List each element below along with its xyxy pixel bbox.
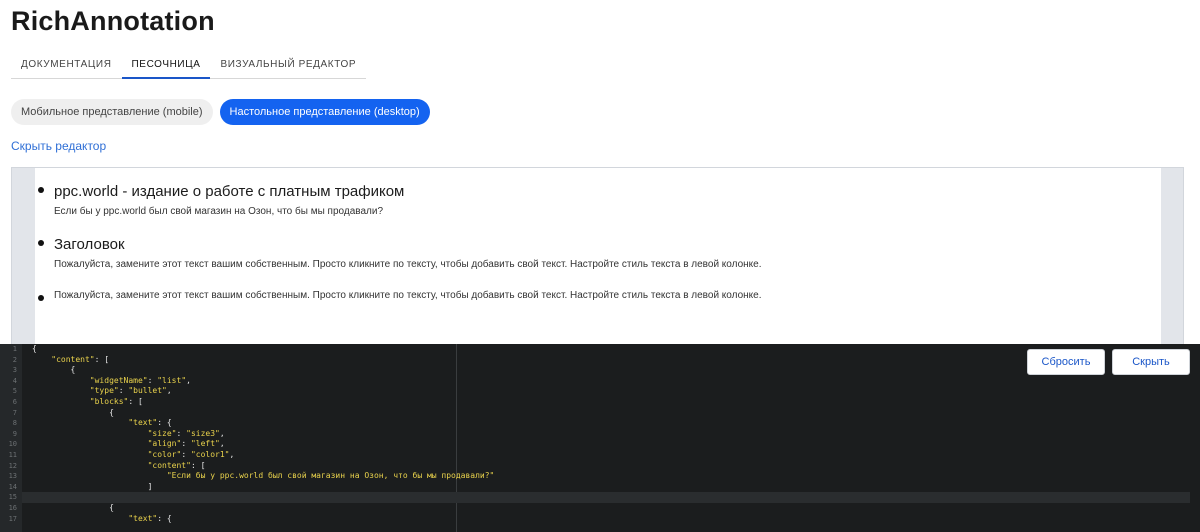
code-line <box>22 492 1190 503</box>
line-number-gutter: 1 2 3 4 5 6 7 8 9 10 11 12 13 14 15 16 17 <box>0 344 22 532</box>
tab-documentation[interactable]: ДОКУМЕНТАЦИЯ <box>11 52 122 79</box>
code-line: "text": { <box>128 418 172 428</box>
line-number: 14 <box>8 482 17 491</box>
reset-button[interactable]: Сбросить <box>1027 349 1105 375</box>
code-line: "Если бы у ppc.world был свой магазин на… <box>166 471 495 481</box>
line-number: 2 <box>12 355 17 364</box>
code-line: { <box>32 365 76 375</box>
line-number: 11 <box>8 450 17 459</box>
line-number: 13 <box>8 472 17 481</box>
bullet-list: ppc.world - издание о работе с платным т… <box>35 168 1161 304</box>
view-toggle: Мобильное представление (mobile) Настоль… <box>11 99 430 125</box>
bullet-icon <box>38 240 44 246</box>
list-item[interactable]: Пожалуйста, замените этот текст вашим со… <box>38 288 1161 304</box>
code-line: "content": [ <box>51 354 110 364</box>
code-line: "text": { <box>128 513 172 523</box>
line-number: 17 <box>8 514 17 523</box>
page-title: RichAnnotation <box>11 6 215 36</box>
code-line: ] <box>32 481 153 491</box>
line-number: 16 <box>8 503 17 512</box>
desktop-view-button[interactable]: Настольное представление (desktop) <box>219 99 430 125</box>
list-item-text: Пожалуйста, замените этот текст вашим со… <box>54 259 762 270</box>
line-number: 5 <box>12 387 17 396</box>
code-line: "content": [ <box>147 460 206 470</box>
code-line: "widgetName": "list", <box>89 375 191 385</box>
code-line: { <box>32 407 114 417</box>
list-item-title: Заголовок <box>54 236 125 253</box>
list-item-text: Если бы у ppc.world был свой магазин на … <box>54 206 384 217</box>
tab-sandbox[interactable]: ПЕСОЧНИЦА <box>121 52 211 79</box>
tab-bar: ДОКУМЕНТАЦИЯ ПЕСОЧНИЦА ВИЗУАЛЬНЫЙ РЕДАКТ… <box>11 52 367 79</box>
line-number: 8 <box>12 419 17 428</box>
list-item[interactable]: Заголовок Пожалуйста, замените этот текс… <box>38 235 1161 273</box>
tab-visual-editor[interactable]: ВИЗУАЛЬНЫЙ РЕДАКТОР <box>210 52 366 79</box>
code-line: "blocks": [ <box>89 396 143 406</box>
editor-actions: Сбросить Скрыть <box>1027 349 1190 375</box>
line-number: 7 <box>12 408 17 417</box>
list-item-text: Пожалуйста, замените этот текст вашим со… <box>54 290 762 301</box>
line-number: 9 <box>12 429 17 438</box>
line-number: 15 <box>8 493 17 502</box>
code-line: "type": "bullet", <box>89 386 172 396</box>
mobile-view-button[interactable]: Мобильное представление (mobile) <box>11 99 213 125</box>
bullet-icon <box>38 187 44 193</box>
hide-button[interactable]: Скрыть <box>1112 349 1190 375</box>
line-number: 12 <box>8 461 17 470</box>
code-line: { <box>32 502 114 512</box>
code-editor[interactable]: 1 2 3 4 5 6 7 8 9 10 11 12 13 14 15 16 17 { "content": [… <box>0 344 1200 532</box>
line-number: 4 <box>12 376 17 385</box>
code-line: "color": "color1", <box>147 449 235 459</box>
preview-canvas: ppc.world - издание о работе с платным т… <box>35 168 1161 346</box>
line-number: 1 <box>12 345 17 353</box>
line-number: 6 <box>12 397 17 406</box>
bullet-icon <box>38 295 44 301</box>
line-number: 3 <box>12 366 17 375</box>
code-line: "size": "size3", <box>147 428 225 438</box>
code-line: "align": "left", <box>147 439 225 449</box>
code-content[interactable]: { "content": [ { "widgetName": "list", "… <box>22 344 1190 524</box>
list-item-title: ppc.world - издание о работе с платным т… <box>54 183 405 200</box>
preview-frame: ppc.world - издание о работе с платным т… <box>11 167 1184 346</box>
hide-editor-link[interactable]: Скрыть редактор <box>11 139 106 153</box>
code-line: { <box>32 344 37 353</box>
list-item[interactable]: ppc.world - издание о работе с платным т… <box>38 182 1161 220</box>
line-number: 10 <box>8 440 17 449</box>
